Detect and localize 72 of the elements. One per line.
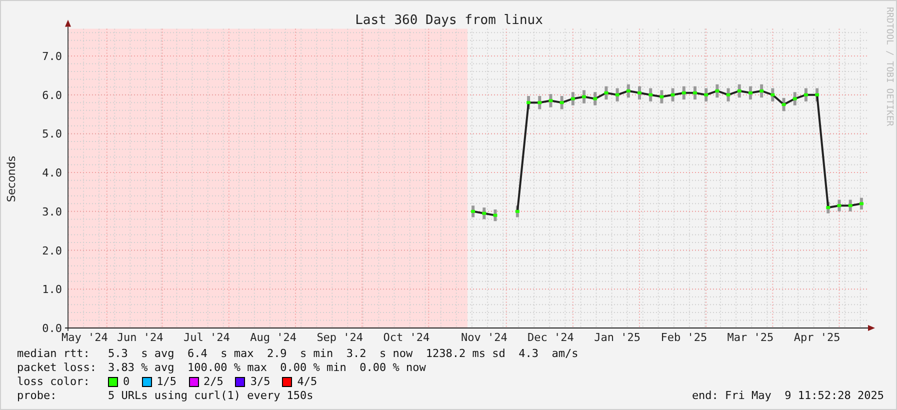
x-tick-label: May '24 <box>61 331 108 344</box>
y-tick-label: 5.0 <box>42 128 62 141</box>
error-bar <box>760 84 764 98</box>
y-tick-label: 2.0 <box>42 244 62 258</box>
error-bar <box>816 88 819 102</box>
x-tick-label: Aug '24 <box>250 331 296 344</box>
error-bar <box>704 88 708 102</box>
median-rtt-line <box>472 210 496 216</box>
error-bar <box>726 88 730 102</box>
loss-level: 0 <box>123 375 130 389</box>
legend-values: 3.83 % avg 100.00 % max 0.00 % min 0.00 % now <box>108 361 426 375</box>
error-bar <box>549 94 552 108</box>
x-tick-label: Sep '24 <box>316 331 364 344</box>
error-bar <box>571 92 574 106</box>
error-bar <box>826 202 830 214</box>
credit-text: RRDTOOL / TOBI OETIKER <box>884 7 894 126</box>
error-bar <box>848 200 852 212</box>
loss-level: 2/5 <box>204 375 224 389</box>
error-bar <box>649 88 652 102</box>
error-bar <box>472 206 475 218</box>
error-bar <box>527 96 530 110</box>
x-tick-label: Jul '24 <box>184 331 230 344</box>
error-bar <box>516 206 519 218</box>
x-tick-label: Mar '25 <box>727 331 774 344</box>
y-tick-label: 1.0 <box>42 283 62 296</box>
x-tick-label: Nov '24 <box>460 331 508 344</box>
error-bar <box>838 200 841 212</box>
loss-level: 4/5 <box>297 375 318 389</box>
legend-label: loss color: <box>17 375 91 389</box>
y-tick-label: 6.0 <box>42 88 62 102</box>
error-bar <box>748 86 752 100</box>
error-bar <box>793 92 796 106</box>
x-tick-label: Apr '25 <box>794 331 840 344</box>
error-bar <box>560 96 564 110</box>
y-tick-label: 7.0 <box>42 50 62 63</box>
legend-values: 5.3 s avg 6.4 s max 2.9 s min 3.2 s now 1238.2 ms sd 4.3 am/s <box>108 347 578 361</box>
y-tick-label: 4.0 <box>42 166 62 180</box>
x-tick-label: Oct '24 <box>383 331 430 344</box>
y-tick-label: 0.0 <box>42 322 62 335</box>
error-bar <box>716 84 719 98</box>
legend-label: median rtt: <box>17 347 91 361</box>
error-bar <box>594 92 597 106</box>
y-tick-label: 3.0 <box>42 205 62 218</box>
error-bar <box>804 88 808 102</box>
x-tick-label: Jun '24 <box>116 331 164 344</box>
error-bar <box>671 88 674 102</box>
error-bar <box>538 96 542 110</box>
legend-label: packet loss: <box>17 361 98 375</box>
legend-label: probe: <box>17 389 58 403</box>
error-bar <box>582 90 586 104</box>
error-bar <box>616 88 619 102</box>
error-bar <box>738 84 741 98</box>
loss-level: 1/5 <box>156 375 176 389</box>
error-bar <box>604 86 608 100</box>
probe-text: 5 URLs using curl(1) every 150s <box>108 389 314 403</box>
x-tick-label: Jan '25 <box>594 331 640 344</box>
error-bar <box>782 98 786 112</box>
end-time: end: Fri May 9 11:52:28 2025 <box>692 389 884 403</box>
error-bar <box>638 86 641 100</box>
error-bar <box>626 84 630 98</box>
loss-level: 3/5 <box>250 375 270 389</box>
error-bar <box>482 208 486 220</box>
x-tick-label: Dec '24 <box>528 331 574 344</box>
error-bar <box>660 90 664 104</box>
x-tick-label: Feb '25 <box>660 331 708 344</box>
chart-title: Last 360 Days from linux <box>355 13 543 28</box>
error-bar <box>682 86 686 100</box>
error-bar <box>771 88 774 102</box>
y-axis-title: Seconds <box>5 156 18 202</box>
error-bar <box>860 198 863 210</box>
error-bar <box>494 209 497 222</box>
error-bar <box>694 86 696 100</box>
